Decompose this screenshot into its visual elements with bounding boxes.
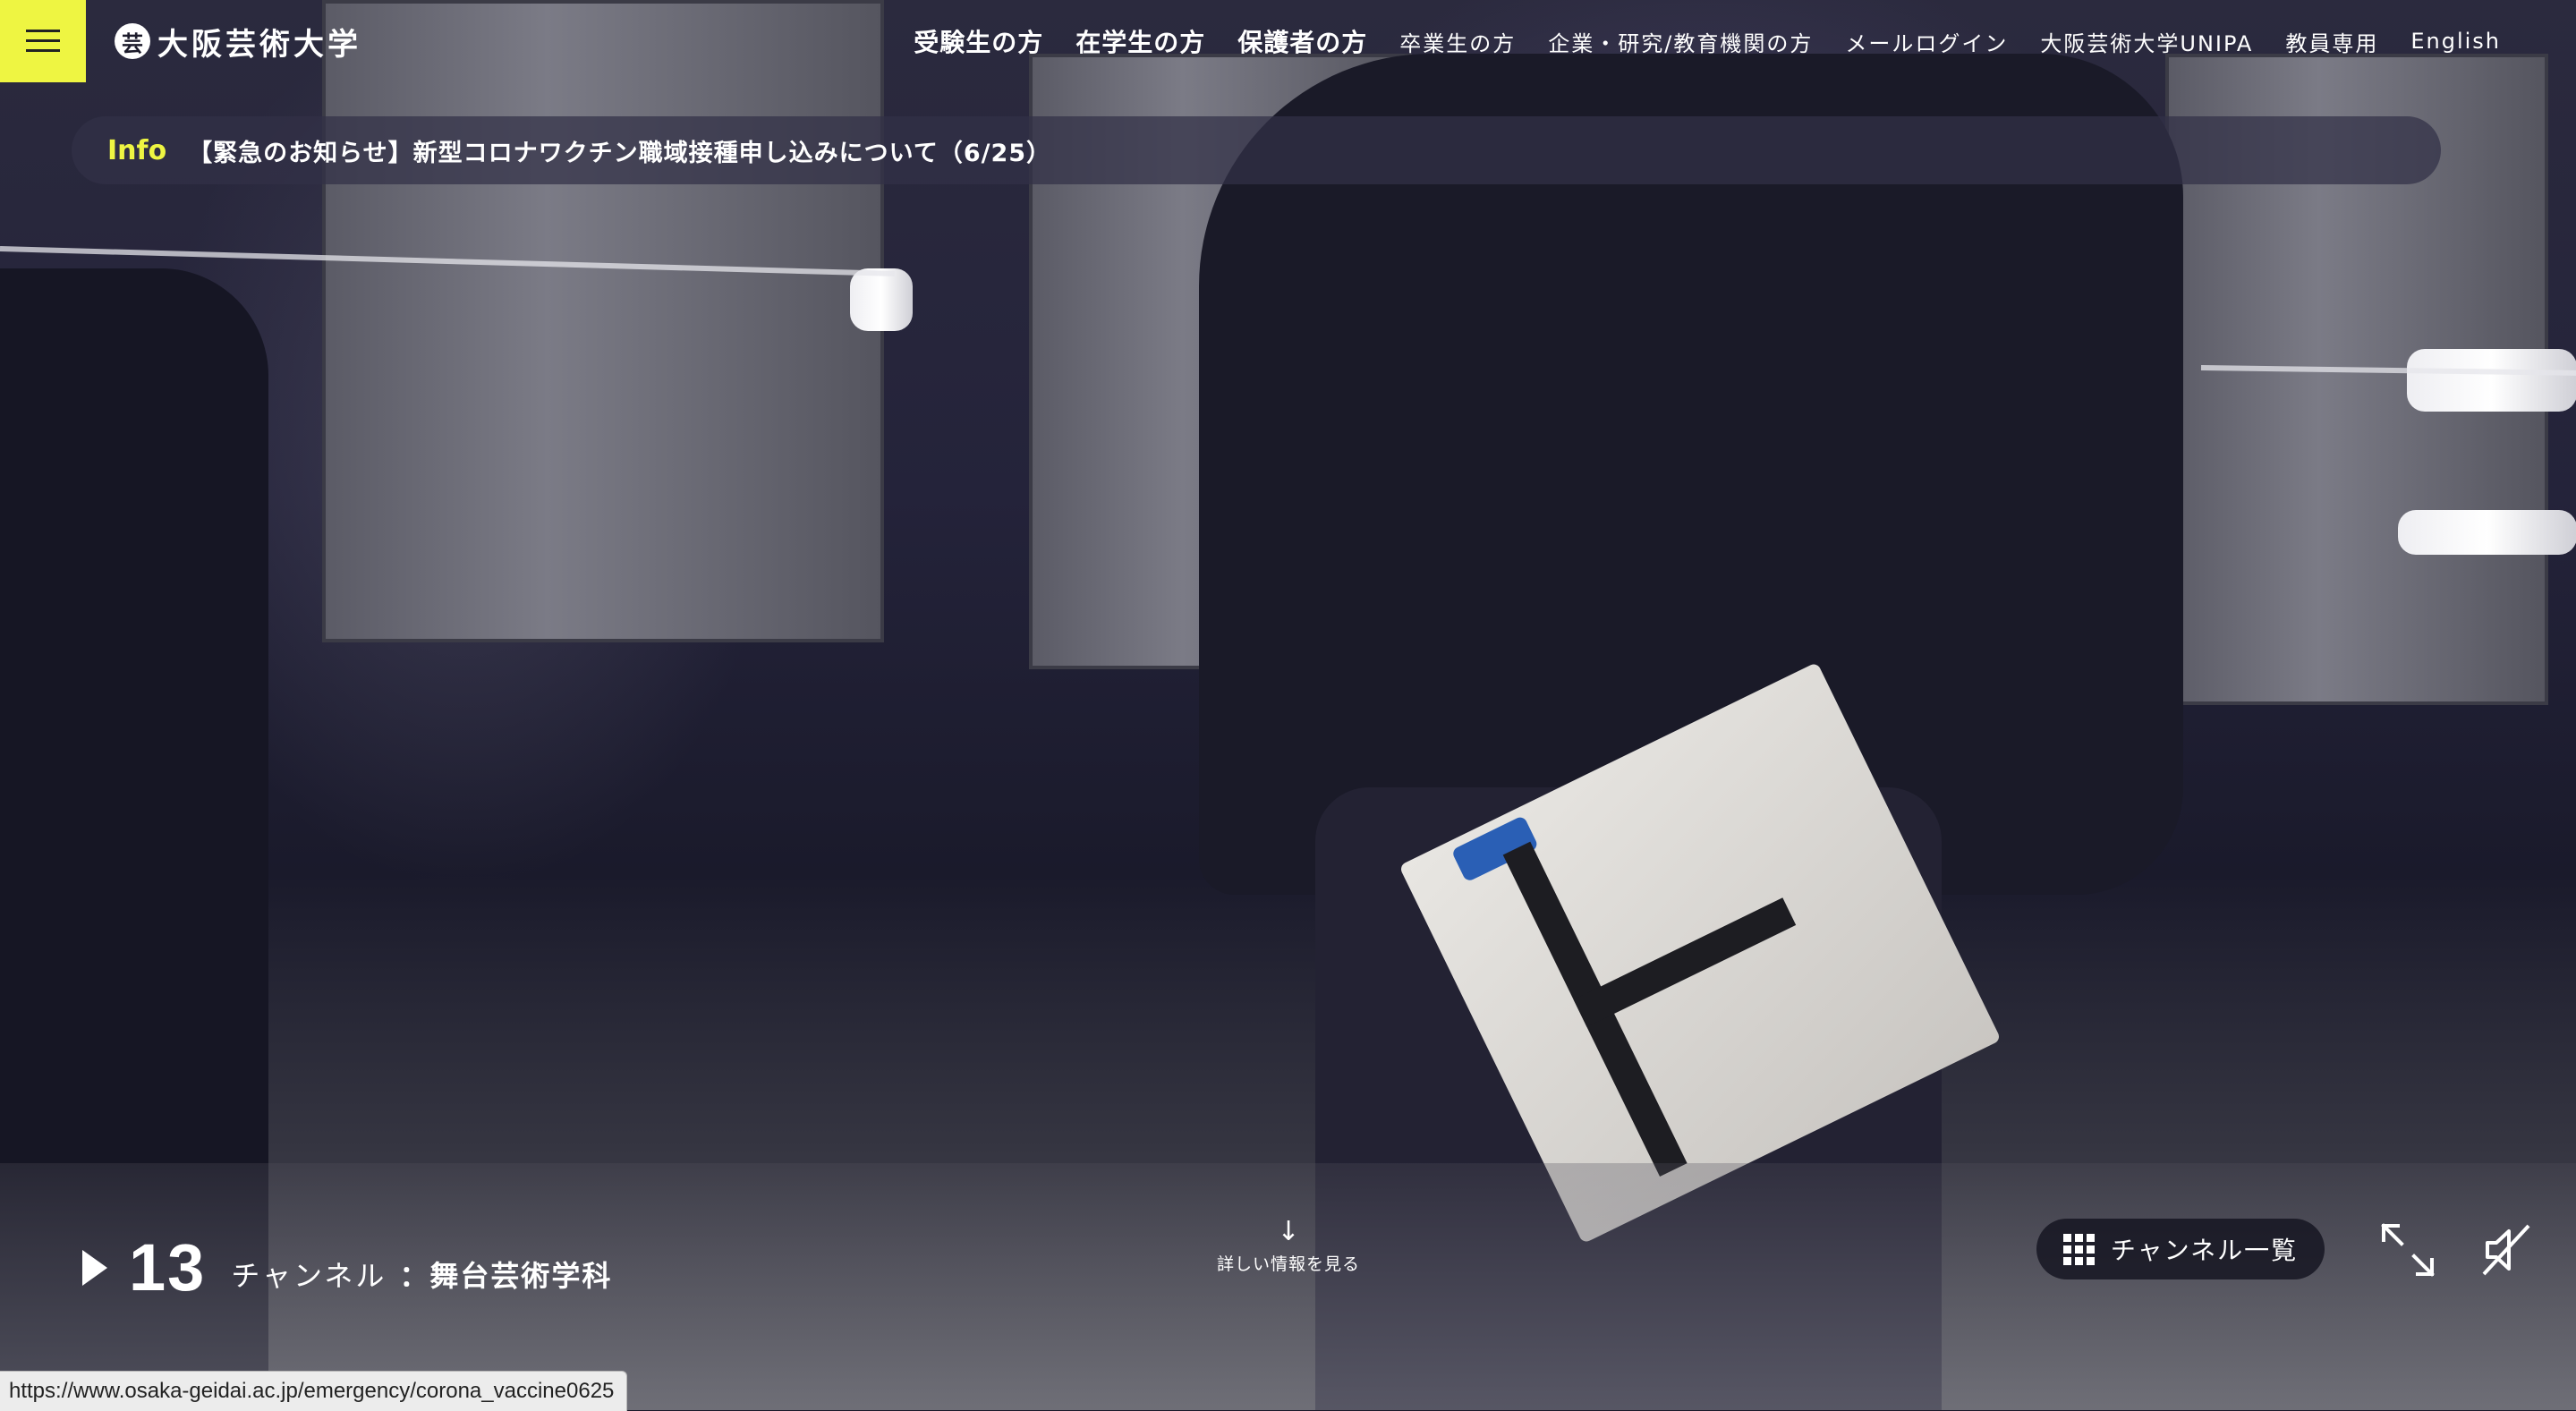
lamp-glow <box>850 268 913 331</box>
channel-list-label: チャンネル一覧 <box>2110 1236 2299 1265</box>
lamp-glow <box>2407 349 2576 412</box>
logo-icon: 芸 <box>115 23 150 59</box>
channel-list-button[interactable]: チャンネル一覧 <box>2036 1219 2325 1279</box>
info-link[interactable]: 【緊急のお知らせ】新型コロナワクチン職域接種申し込みについて（6/25） <box>188 133 1051 168</box>
mute-icon[interactable] <box>2475 1219 2538 1281</box>
channel-number: 13 <box>129 1230 207 1305</box>
nav-examinees[interactable]: 受験生の方 <box>914 23 1043 59</box>
nav-mail-login[interactable]: メールログイン <box>1845 26 2008 57</box>
nav-students[interactable]: 在学生の方 <box>1075 23 1205 59</box>
nav-faculty[interactable]: 教員専用 <box>2285 26 2378 57</box>
nav-companies[interactable]: 企業・研究/教育機関の方 <box>1548 26 1813 57</box>
scroll-more-link[interactable]: ↓ 詳しい情報を見る <box>1199 1219 1378 1275</box>
logo-text: 大阪芸術大学 <box>157 26 361 63</box>
grid-icon <box>2062 1233 2095 1265</box>
nav-english[interactable]: English <box>2410 29 2501 54</box>
channel-word: チャンネル <box>231 1258 387 1293</box>
nav-alumni[interactable]: 卒業生の方 <box>1399 26 1516 57</box>
menu-icon <box>26 30 60 53</box>
hero-video <box>0 0 2576 1410</box>
arrow-down-icon: ↓ <box>1277 1216 1300 1247</box>
nav-parents[interactable]: 保護者の方 <box>1237 23 1367 59</box>
channel-name: ：舞台芸術学科 <box>399 1258 613 1293</box>
global-nav: 受験生の方 在学生の方 保護者の方 卒業生の方 企業・研究/教育機関の方 メール… <box>914 23 2501 59</box>
channel-indicator: 13 チャンネル ：舞台芸術学科 <box>82 1229 612 1305</box>
info-label: Info <box>107 134 167 166</box>
expand-icon[interactable] <box>2376 1219 2439 1281</box>
logo[interactable]: 芸 大阪芸術大学 <box>115 20 361 63</box>
nav-unipa[interactable]: 大阪芸術大学UNIPA <box>2040 26 2253 57</box>
scroll-more-label: 詳しい情報を見る <box>1216 1254 1360 1274</box>
info-bar: Info 【緊急のお知らせ】新型コロナワクチン職域接種申し込みについて（6/25… <box>72 116 2441 184</box>
stage-light-fixture <box>322 0 884 642</box>
play-icon[interactable] <box>82 1249 107 1286</box>
lamp-glow <box>2398 510 2576 555</box>
status-bar-url: https://www.osaka-geidai.ac.jp/emergency… <box>0 1371 628 1411</box>
menu-button[interactable] <box>0 0 86 82</box>
